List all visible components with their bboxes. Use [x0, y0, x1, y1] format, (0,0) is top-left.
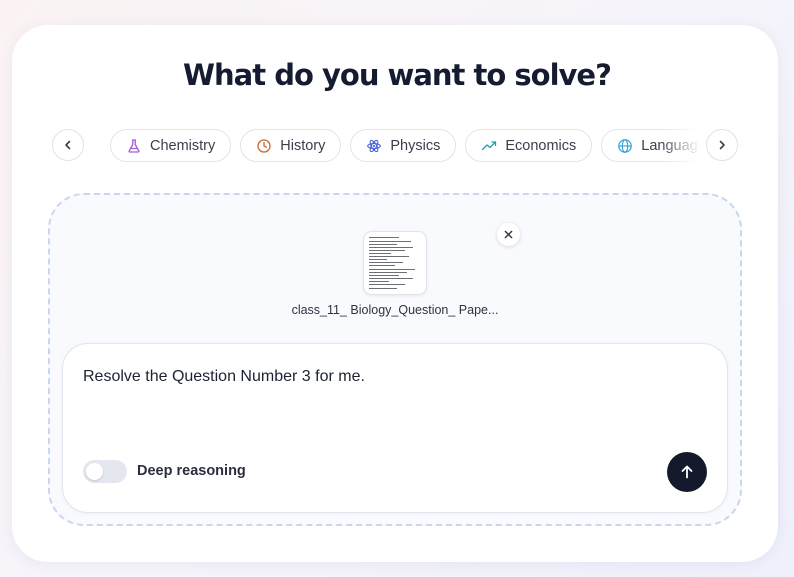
chip-languages[interactable]: Languages: [601, 129, 700, 162]
chip-economics[interactable]: Economics: [465, 129, 593, 162]
chip-history[interactable]: History: [240, 129, 342, 162]
page-title: What do you want to solve?: [183, 58, 612, 92]
chip-physics[interactable]: Physics: [350, 129, 457, 162]
chip-label: Physics: [390, 137, 441, 154]
subjects-prev-button[interactable]: [52, 129, 84, 161]
prompt-input[interactable]: Resolve the Question Number 3 for me.: [83, 368, 365, 386]
attachment-thumbnail[interactable]: [363, 231, 427, 295]
toggle-knob: [86, 463, 103, 480]
chip-label: Languages: [641, 137, 700, 154]
close-icon: [504, 230, 513, 239]
chip-label: History: [280, 137, 326, 154]
subject-chips: Chemistry History Physics Economics Lang…: [106, 126, 700, 164]
chip-label: Economics: [505, 137, 577, 154]
subjects-next-button[interactable]: [706, 129, 738, 161]
chevron-left-icon: [65, 140, 71, 150]
deep-reasoning-label: Deep reasoning: [137, 463, 246, 479]
deep-reasoning-toggle[interactable]: [83, 460, 127, 483]
send-button[interactable]: [667, 452, 707, 492]
arrow-up-icon: [681, 465, 693, 479]
clock-icon: [257, 138, 271, 153]
atom-icon: [367, 139, 382, 152]
chevron-right-icon: [719, 140, 725, 150]
trend-up-icon: [482, 140, 497, 150]
globe-icon: [618, 138, 633, 153]
chip-chemistry[interactable]: Chemistry: [110, 129, 232, 162]
attachment-filename: class_11_ Biology_Question_ Pape...: [291, 303, 499, 317]
remove-attachment-button[interactable]: [497, 223, 520, 246]
flask-icon: [128, 138, 140, 153]
chip-label: Chemistry: [150, 137, 216, 154]
